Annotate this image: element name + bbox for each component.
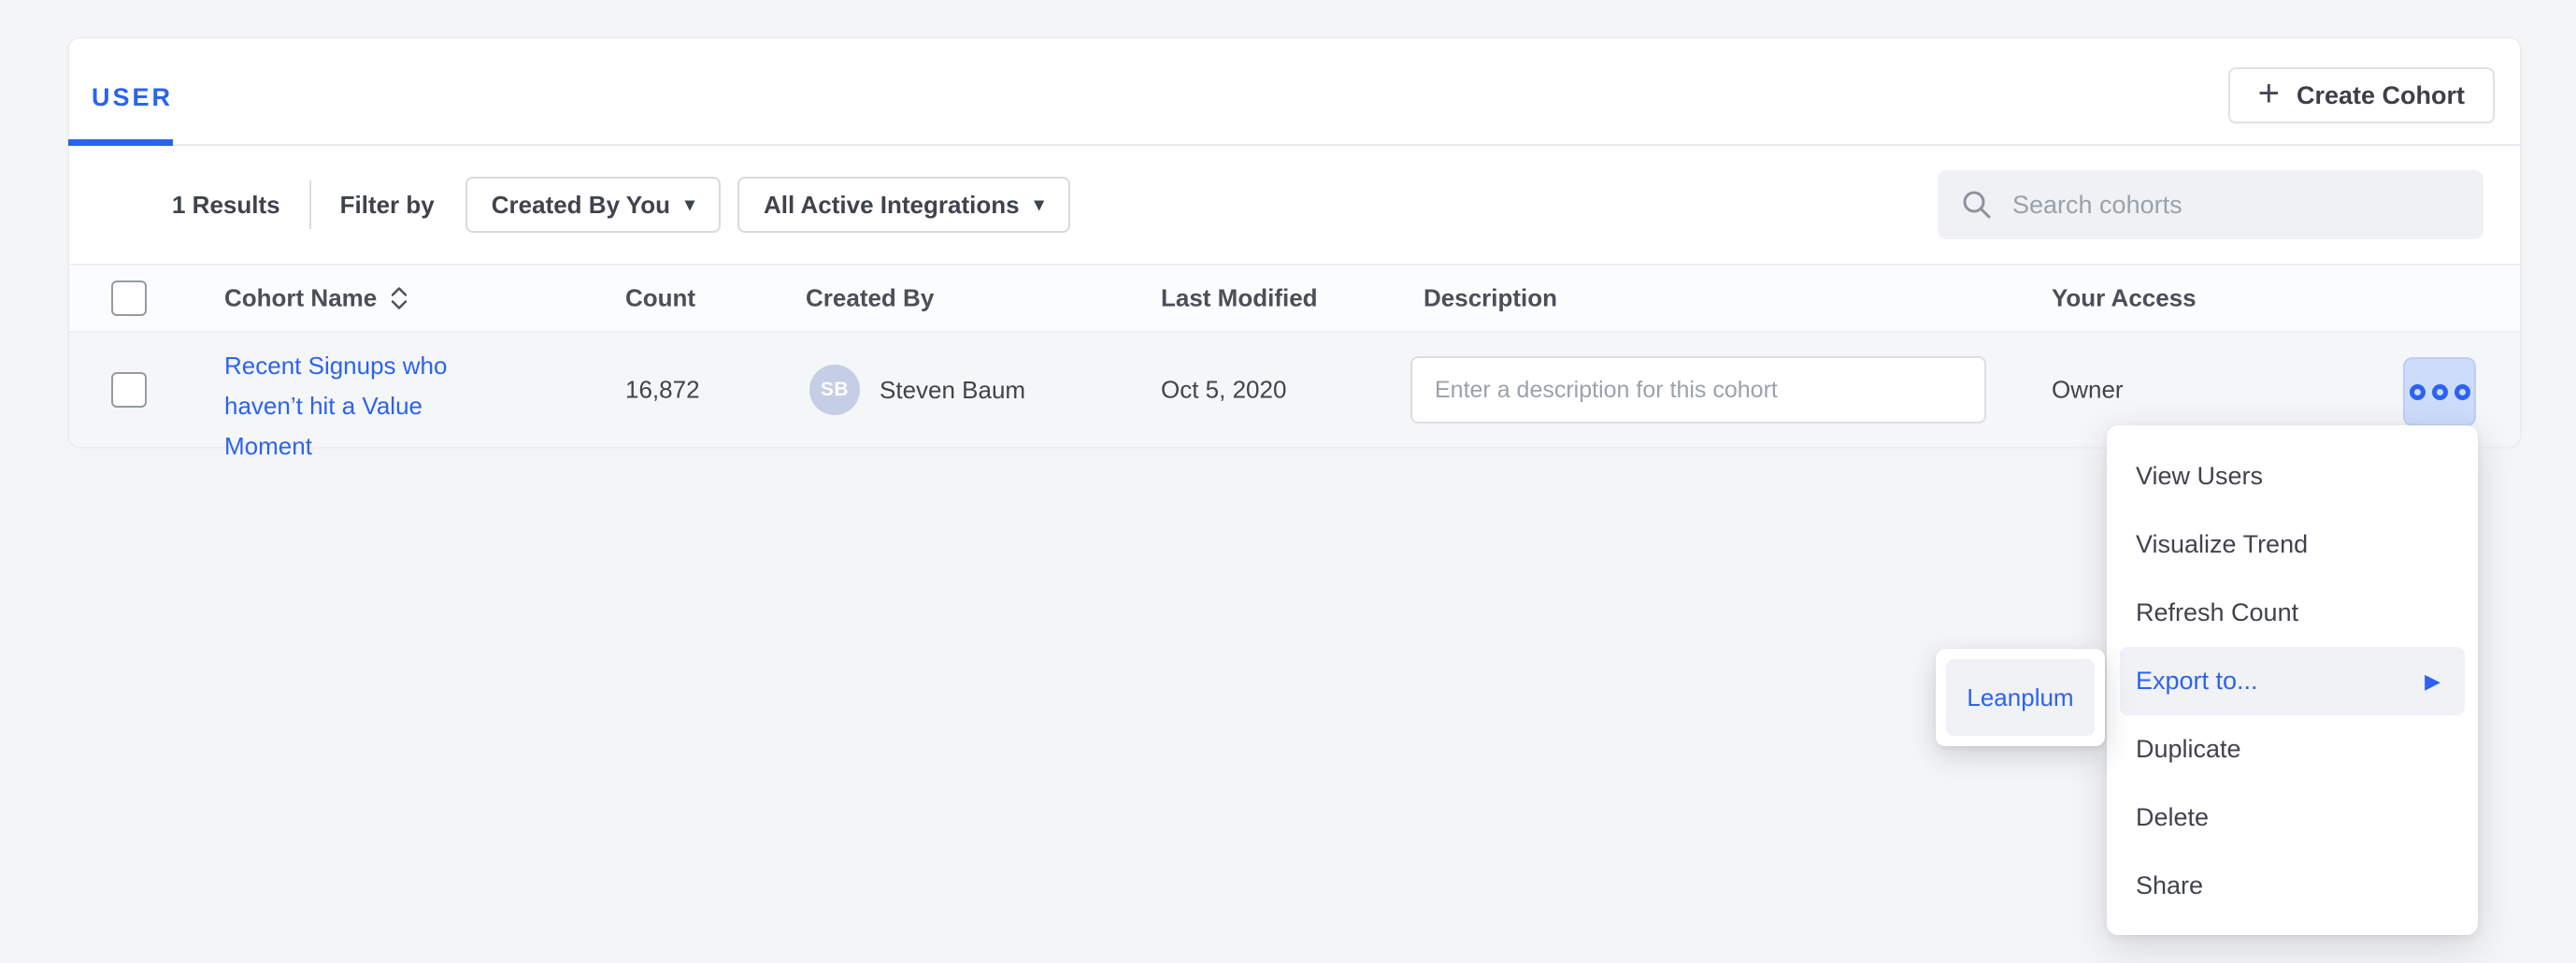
row-actions-kebab-button[interactable] (2403, 357, 2476, 426)
menu-item-refresh-count[interactable]: Refresh Count (2107, 579, 2478, 647)
active-tab-underline (68, 139, 173, 146)
plus-icon: + (2258, 75, 2280, 112)
tab-user[interactable]: USER (92, 83, 173, 112)
description-input[interactable] (1410, 356, 1986, 424)
search-box (1938, 170, 2483, 239)
menu-item-delete[interactable]: Delete (2107, 783, 2478, 852)
sort-icon[interactable] (388, 284, 410, 312)
integrations-dropdown-label: All Active Integrations (764, 191, 1020, 220)
export-to-label: Export to... (2136, 667, 2258, 696)
menu-item-export-to[interactable]: Export to... ▶ (2120, 647, 2465, 715)
column-header-cohort-name[interactable]: Cohort Name (224, 284, 410, 313)
menu-item-duplicate[interactable]: Duplicate (2107, 715, 2478, 783)
column-header-last-modified[interactable]: Last Modified (1161, 284, 1318, 313)
export-submenu: Leanplum (1936, 649, 2105, 746)
created-by-cell: SB Steven Baum (809, 365, 1025, 415)
description-cell (1410, 356, 1986, 424)
cohort-count: 16,872 (625, 376, 700, 405)
create-cohort-label: Create Cohort (2297, 81, 2465, 110)
integrations-dropdown[interactable]: All Active Integrations ▾ (737, 177, 1070, 233)
results-count: 1 Results (172, 191, 280, 220)
creator-name: Steven Baum (880, 376, 1025, 405)
tab-bar: USER + Create Cohort (69, 38, 2520, 146)
column-header-your-access[interactable]: Your Access (2052, 284, 2197, 313)
cohort-name-link[interactable]: Recent Signups who haven’t hit a Value M… (224, 346, 465, 467)
created-by-dropdown[interactable]: Created By You ▾ (465, 177, 721, 233)
kebab-dot-icon (2410, 384, 2426, 400)
filter-by-label: Filter by (340, 191, 435, 220)
submenu-item-leanplum[interactable]: Leanplum (1946, 659, 2095, 736)
search-icon (1960, 188, 1994, 222)
created-by-dropdown-label: Created By You (492, 191, 670, 220)
menu-item-view-users[interactable]: View Users (2107, 442, 2478, 510)
chevron-down-icon: ▾ (1035, 195, 1044, 214)
kebab-dot-icon (2432, 384, 2448, 400)
row-actions-menu: View Users Visualize Trend Refresh Count… (2107, 425, 2478, 935)
column-header-description[interactable]: Description (1424, 284, 1557, 313)
chevron-down-icon: ▾ (685, 195, 694, 214)
select-all-checkbox[interactable] (111, 280, 147, 316)
menu-item-share[interactable]: Share (2107, 852, 2478, 920)
column-header-count[interactable]: Count (625, 284, 695, 313)
search-input[interactable] (2012, 191, 2461, 220)
divider (309, 180, 311, 229)
column-header-created-by[interactable]: Created By (806, 284, 934, 313)
submenu-arrow-icon: ▶ (2425, 671, 2440, 692)
access-value: Owner (2052, 376, 2124, 405)
filter-bar: 1 Results Filter by Created By You ▾ All… (69, 146, 2520, 264)
row-checkbox[interactable] (111, 372, 147, 408)
menu-item-visualize-trend[interactable]: Visualize Trend (2107, 510, 2478, 579)
avatar: SB (809, 365, 860, 415)
cohorts-panel: USER + Create Cohort 1 Results Filter by… (68, 37, 2521, 447)
create-cohort-button[interactable]: + Create Cohort (2228, 67, 2495, 123)
table-header: Cohort Name Count Created By Last Modifi… (69, 264, 2520, 333)
last-modified-date: Oct 5, 2020 (1161, 376, 1286, 405)
kebab-dot-icon (2454, 384, 2470, 400)
